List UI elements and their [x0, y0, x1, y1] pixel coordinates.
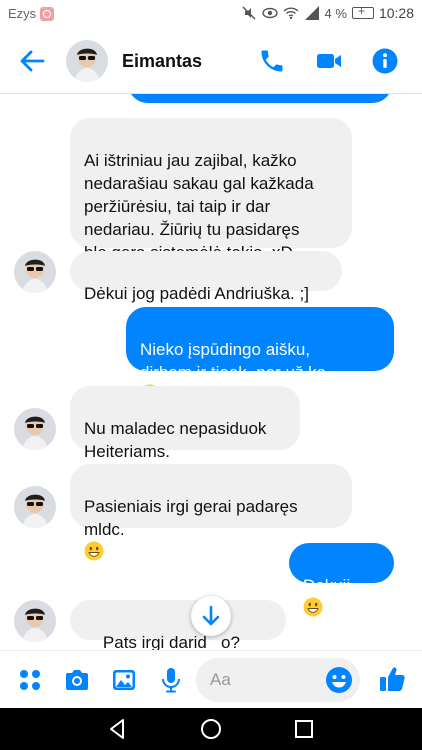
mute-icon: [242, 6, 256, 20]
message-bubble-partial[interactable]: [128, 94, 392, 103]
phone-icon[interactable]: [258, 47, 286, 75]
arrow-down-icon: [202, 605, 220, 626]
gallery-icon[interactable]: [110, 666, 138, 694]
message-thread[interactable]: Ai ištriniau jau zajibal, kažko nedaraši…: [0, 94, 422, 650]
message-bubble-incoming[interactable]: Nu maladec nepasiduok Heiteriams.: [70, 386, 300, 461]
message-bubble-outgoing[interactable]: Dekuii: [289, 543, 394, 617]
nav-recents-icon[interactable]: [291, 716, 317, 742]
eye-icon: [261, 7, 278, 19]
message-input-container[interactable]: [196, 658, 360, 702]
system-navigation-bar: [0, 708, 422, 750]
status-bar: Ezys 4 % 10:28: [0, 0, 422, 28]
camera-icon[interactable]: [63, 666, 91, 694]
conversation-header: Eimantas: [0, 28, 422, 94]
contact-avatar[interactable]: [66, 40, 108, 82]
message-text: Nieko įspūdingo aišku, dirbam ir tieek, …: [140, 340, 327, 382]
notification-icon: [40, 6, 55, 21]
contact-name[interactable]: Eimantas: [122, 51, 202, 72]
sender-avatar[interactable]: [14, 600, 56, 642]
nav-home-icon[interactable]: [198, 716, 224, 742]
message-text: Nu maladec nepasiduok Heiteriams.: [84, 419, 267, 461]
message-text: Ai ištriniau jau zajibal, kažko nedaraši…: [84, 151, 314, 262]
info-icon[interactable]: [371, 47, 399, 75]
sender-avatar[interactable]: [14, 486, 56, 528]
back-arrow-icon[interactable]: [18, 47, 46, 75]
scroll-to-bottom-button[interactable]: [191, 596, 231, 636]
video-call-icon[interactable]: [315, 47, 343, 75]
battery-icon: [351, 4, 374, 19]
signal-icon: [304, 6, 319, 20]
thumbs-up-icon[interactable]: [377, 664, 407, 694]
more-apps-icon[interactable]: [16, 666, 44, 694]
message-bubble-incoming[interactable]: Dėkui jog padėdi Andriuška. ;]: [70, 251, 342, 303]
status-time: 10:28: [378, 5, 414, 21]
emoji-icon[interactable]: [324, 665, 354, 695]
message-bubble-incoming[interactable]: Ai ištriniau jau zajibal, kažko nedaraši…: [70, 118, 352, 262]
status-app-name: Ezys: [8, 6, 37, 21]
message-text: Pasieniais irgi gerai padaręs mldc.: [84, 497, 298, 539]
smiling-face-icon: [303, 597, 323, 617]
sender-avatar[interactable]: [14, 408, 56, 450]
sender-avatar[interactable]: [14, 251, 56, 293]
message-bubble-incoming[interactable]: Pats irgi darid o?: [70, 600, 286, 650]
message-composer: [0, 650, 422, 708]
message-bubble-incoming[interactable]: Pasieniais irgi gerai padaręs mldc.: [70, 464, 352, 561]
microphone-icon[interactable]: [157, 666, 185, 694]
message-text: Dekuii: [303, 576, 351, 595]
nav-back-icon[interactable]: [105, 716, 131, 742]
message-bubble-outgoing[interactable]: Nieko įspūdingo aišku, dirbam ir tieek, …: [126, 307, 394, 404]
smiling-face-icon: [84, 541, 104, 561]
battery-percent: 4 %: [324, 5, 347, 21]
message-input[interactable]: [210, 668, 320, 692]
message-text: Dėkui jog padėdi Andriuška. ;]: [84, 284, 309, 303]
wifi-icon: [283, 7, 299, 20]
